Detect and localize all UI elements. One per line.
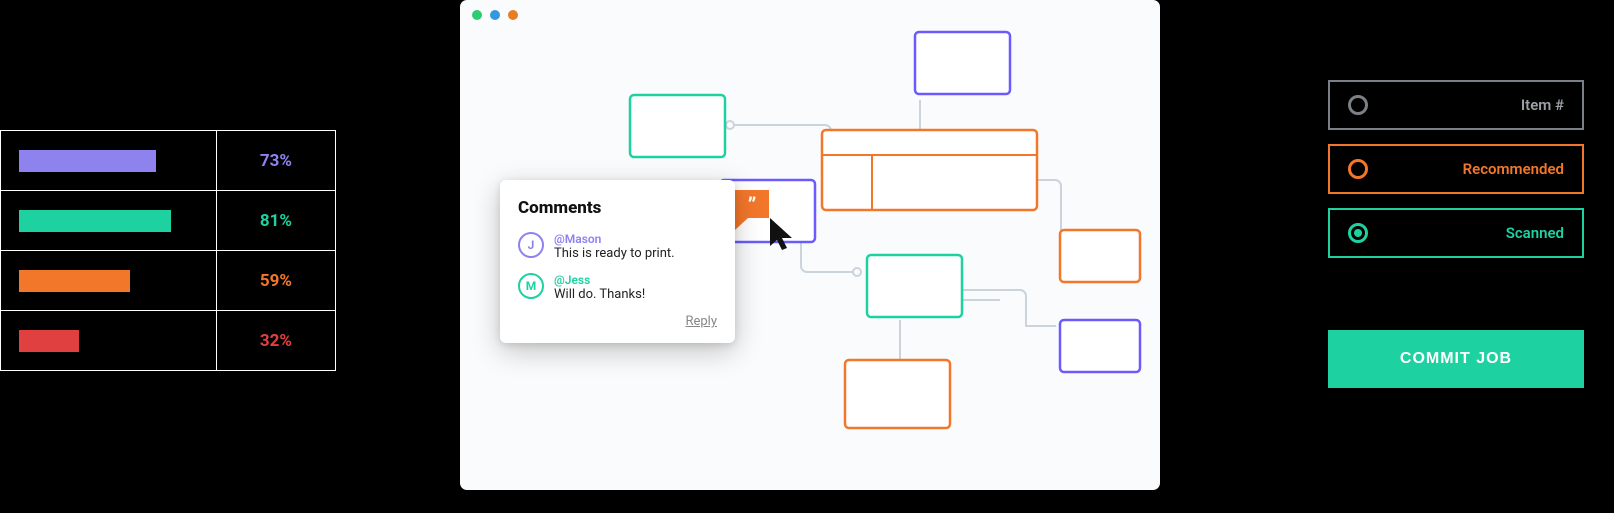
- svg-text:”: ”: [748, 193, 757, 217]
- circle-icon: [1348, 159, 1368, 179]
- flow-node[interactable]: [630, 95, 725, 157]
- progress-pct: 32%: [216, 311, 335, 371]
- commit-job-button[interactable]: COMMIT JOB: [1328, 330, 1584, 388]
- legend-item-number: Item #: [1328, 80, 1584, 130]
- flow-node[interactable]: [915, 32, 1010, 94]
- flow-node[interactable]: [1060, 230, 1140, 282]
- progress-bar-teal: [19, 210, 171, 232]
- progress-bar-purple: [19, 150, 156, 172]
- circle-icon: [1348, 95, 1368, 115]
- legend-label: Scanned: [1506, 224, 1564, 242]
- table-row: 59%: [1, 251, 336, 311]
- legend-item-scanned: Scanned: [1328, 208, 1584, 258]
- legend: Item # Recommended Scanned: [1328, 80, 1584, 258]
- comment-message: This is ready to print.: [554, 246, 675, 261]
- comment-item: J @Mason This is ready to print.: [518, 232, 717, 261]
- table-row: 32%: [1, 311, 336, 371]
- comments-title: Comments: [518, 198, 717, 218]
- table-row: 81%: [1, 191, 336, 251]
- progress-pct: 59%: [216, 251, 335, 311]
- avatar: J: [518, 232, 544, 258]
- progress-bar-orange: [19, 270, 130, 292]
- progress-bar-red: [19, 330, 79, 352]
- flow-node[interactable]: [1060, 320, 1140, 372]
- legend-item-recommended: Recommended: [1328, 144, 1584, 194]
- dot-circle-icon: [1348, 223, 1368, 243]
- avatar: M: [518, 273, 544, 299]
- table-row: 73%: [1, 131, 336, 191]
- legend-label: Item #: [1521, 96, 1564, 114]
- comment-handle[interactable]: @Jess: [554, 273, 645, 287]
- flow-node[interactable]: [867, 255, 962, 317]
- comment-message: Will do. Thanks!: [554, 287, 645, 302]
- progress-pct: 73%: [216, 131, 335, 191]
- workflow-window: ” Comments J @Mason This is ready to pri…: [460, 0, 1160, 490]
- flow-node-group[interactable]: [822, 130, 1037, 210]
- flow-node[interactable]: [845, 360, 950, 428]
- progress-pct: 81%: [216, 191, 335, 251]
- legend-label: Recommended: [1463, 160, 1564, 178]
- comment-item: M @Jess Will do. Thanks!: [518, 273, 717, 302]
- progress-table: 73% 81% 59% 32%: [0, 130, 336, 371]
- comments-popover: Comments J @Mason This is ready to print…: [500, 180, 735, 343]
- comment-handle[interactable]: @Mason: [554, 232, 675, 246]
- reply-link[interactable]: Reply: [518, 314, 717, 329]
